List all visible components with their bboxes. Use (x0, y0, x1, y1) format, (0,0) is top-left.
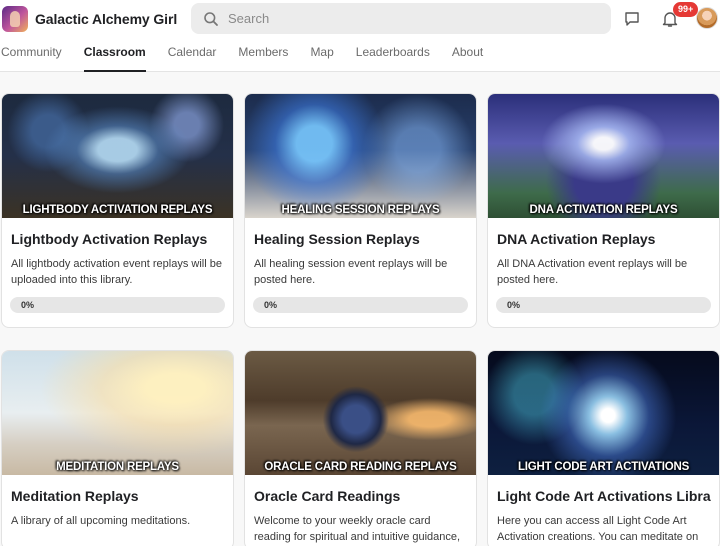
tab-community[interactable]: Community (1, 38, 62, 72)
course-card-dna[interactable]: DNA ACTIVATION REPLAYS DNA Activation Re… (487, 93, 720, 328)
course-description: All DNA Activation event replays will be… (497, 258, 688, 286)
course-thumbnail: MEDITATION REPLAYS (2, 351, 233, 475)
tab-leaderboards[interactable]: Leaderboards (356, 38, 430, 72)
thumbnail-caption: MEDITATION REPLAYS (56, 461, 179, 473)
course-thumbnail: DNA ACTIVATION REPLAYS (488, 94, 719, 218)
search-icon (204, 11, 218, 26)
tab-calendar[interactable]: Calendar (168, 38, 217, 72)
chat-icon[interactable] (623, 10, 641, 28)
course-card-meditation[interactable]: MEDITATION REPLAYS Meditation Replays A … (1, 350, 234, 546)
tab-about[interactable]: About (452, 38, 483, 72)
course-title: Meditation Replays (11, 488, 139, 504)
community-brand[interactable]: Galactic Alchemy Girl (2, 5, 203, 33)
progress-bar: 0% (10, 297, 225, 313)
tab-map[interactable]: Map (310, 38, 333, 72)
course-thumbnail: LIGHT CODE ART ACTIVATIONS (488, 351, 719, 475)
course-title: Lightbody Activation Replays (11, 231, 208, 247)
course-thumbnail: ORACLE CARD READING REPLAYS (245, 351, 476, 475)
user-avatar[interactable] (696, 7, 718, 29)
course-card-oracle[interactable]: ORACLE CARD READING REPLAYS Oracle Card … (244, 350, 477, 546)
thumbnail-caption: ORACLE CARD READING REPLAYS (264, 461, 457, 473)
course-description: All healing session event replays will b… (254, 258, 448, 286)
course-card-light-code-art[interactable]: LIGHT CODE ART ACTIVATIONS Light Code Ar… (487, 350, 720, 546)
course-thumbnail: HEALING SESSION REPLAYS (245, 94, 476, 218)
main-nav-tabs: Community Classroom Calendar Members Map… (0, 38, 505, 72)
progress-bar: 0% (253, 297, 468, 313)
thumbnail-caption: LIGHT CODE ART ACTIVATIONS (517, 461, 690, 473)
progress-label: 0% (507, 300, 521, 310)
thumbnail-caption: HEALING SESSION REPLAYS (281, 204, 440, 216)
progress-label: 0% (264, 300, 278, 310)
notification-badge: 99+ (673, 2, 699, 17)
tab-classroom[interactable]: Classroom (83, 38, 146, 72)
thumbnail-caption: DNA ACTIVATION REPLAYS (529, 204, 678, 216)
course-card-lightbody[interactable]: LIGHTBODY ACTIVATION REPLAYS Lightbody A… (1, 93, 234, 328)
thumbnail-caption: LIGHTBODY ACTIVATION REPLAYS (22, 204, 213, 216)
course-title: Oracle Card Readings (254, 488, 401, 504)
course-description: All lightbody activation event replays w… (11, 258, 222, 286)
course-description: Welcome to your weekly oracle card readi… (254, 515, 461, 543)
search-bar[interactable] (191, 3, 611, 34)
community-logo[interactable] (2, 6, 28, 32)
course-description: Here you can access all Light Code Art A… (497, 515, 699, 543)
course-thumbnail: LIGHTBODY ACTIVATION REPLAYS (2, 94, 233, 218)
search-input[interactable] (228, 11, 588, 26)
progress-bar: 0% (496, 297, 711, 313)
community-name[interactable]: Galactic Alchemy Girl (35, 11, 177, 27)
progress-label: 0% (21, 300, 35, 310)
course-description: A library of all upcoming meditations. (11, 515, 191, 527)
tab-members[interactable]: Members (238, 38, 288, 72)
course-card-healing[interactable]: HEALING SESSION REPLAYS Healing Session … (244, 93, 477, 328)
course-title: Healing Session Replays (254, 231, 420, 247)
top-bar: Galactic Alchemy Girl 99+ Community Clas… (0, 0, 720, 72)
course-title: DNA Activation Replays (497, 231, 656, 247)
course-title: Light Code Art Activations Library (497, 488, 711, 504)
